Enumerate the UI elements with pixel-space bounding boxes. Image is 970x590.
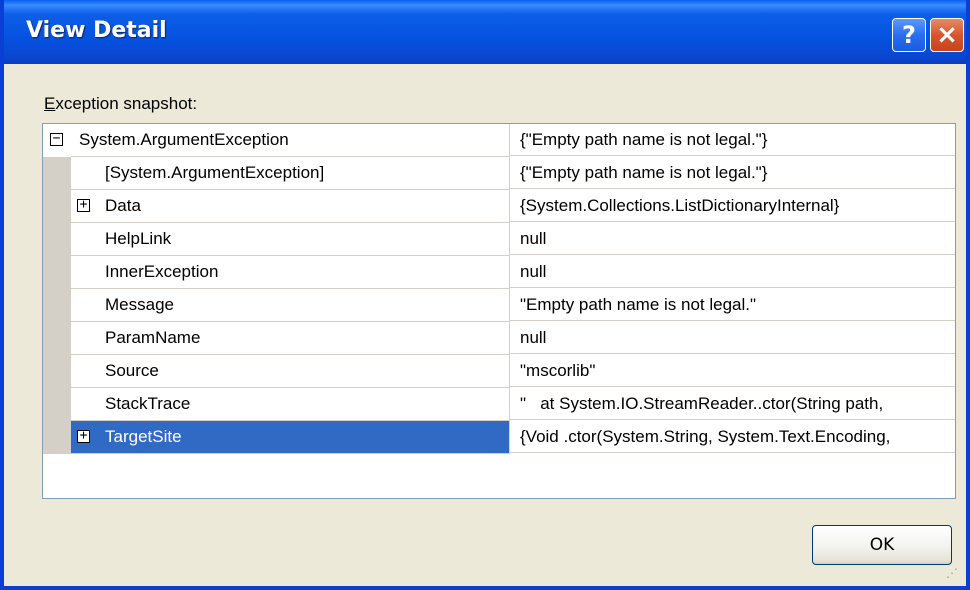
property-value-cell[interactable]: null — [510, 322, 955, 354]
row-gutter — [43, 256, 71, 289]
grid-row-argumentexception-base[interactable]: [System.ArgumentException] {"Empty path … — [43, 157, 955, 190]
exception-snapshot-label: Exception snapshot: — [44, 94, 197, 114]
close-icon: × — [936, 20, 958, 50]
ok-button[interactable]: OK — [812, 525, 952, 565]
collapse-icon[interactable]: − — [50, 132, 63, 146]
property-value-cell[interactable]: "mscorlib" — [510, 355, 955, 387]
property-value: " at System.IO.StreamReader..ctor(String… — [520, 394, 884, 413]
property-name-cell[interactable]: [System.ArgumentException] — [71, 157, 510, 190]
grid-row-data[interactable]: + Data {System.Collections.ListDictionar… — [43, 190, 955, 223]
property-value-cell[interactable]: {Void .ctor(System.String, System.Text.E… — [510, 421, 955, 453]
label-accelerator: E — [44, 94, 56, 113]
help-button[interactable]: ? — [892, 18, 926, 52]
property-name-cell[interactable]: + TargetSite — [71, 421, 510, 454]
property-value: {"Empty path name is not legal."} — [520, 130, 768, 149]
row-gutter — [43, 190, 71, 223]
property-name-cell[interactable]: InnerException — [71, 256, 510, 289]
property-name-cell[interactable]: StackTrace — [71, 388, 510, 421]
property-value-cell[interactable]: null — [510, 223, 955, 255]
grid-row-stacktrace[interactable]: StackTrace " at System.IO.StreamReader..… — [43, 388, 955, 421]
property-value-cell[interactable]: null — [510, 256, 955, 288]
property-value: {"Empty path name is not legal."} — [520, 163, 768, 182]
row-gutter — [43, 322, 71, 355]
property-name-cell[interactable]: Source — [71, 355, 510, 388]
property-value: {System.Collections.ListDictionaryIntern… — [520, 196, 840, 215]
property-name: [System.ArgumentException] — [105, 163, 325, 182]
property-name: TargetSite — [105, 427, 182, 446]
row-gutter — [43, 421, 71, 454]
close-button[interactable]: × — [930, 18, 964, 52]
property-name-cell[interactable]: + Data — [71, 190, 510, 223]
row-gutter — [43, 355, 71, 388]
property-value: "mscorlib" — [520, 361, 596, 380]
expand-icon[interactable]: + — [77, 429, 90, 443]
property-name: ParamName — [105, 328, 201, 347]
expand-icon[interactable]: + — [77, 198, 90, 212]
property-value-cell[interactable]: {"Empty path name is not legal."} — [510, 157, 955, 189]
property-name-cell[interactable]: HelpLink — [71, 223, 510, 256]
grid-row-innerexception[interactable]: InnerException null — [43, 256, 955, 289]
property-name: System.ArgumentException — [79, 130, 289, 149]
property-value-cell[interactable]: "Empty path name is not legal." — [510, 289, 955, 321]
row-gutter — [43, 388, 71, 421]
help-icon: ? — [902, 21, 916, 49]
property-name: HelpLink — [105, 229, 172, 248]
label-text: xception snapshot: — [55, 94, 198, 113]
row-gutter — [43, 157, 71, 190]
property-name-cell[interactable]: System.ArgumentException — [71, 124, 510, 157]
property-value-cell[interactable]: " at System.IO.StreamReader..ctor(String… — [510, 388, 955, 420]
property-value: null — [520, 262, 547, 281]
grid-row-targetsite[interactable]: + TargetSite {Void .ctor(System.String, … — [43, 421, 955, 454]
view-detail-dialog: View Detail ? × Exception snapshot: − Sy… — [0, 0, 970, 590]
exception-property-grid[interactable]: − System.ArgumentException {"Empty path … — [42, 123, 956, 499]
property-name: StackTrace — [105, 394, 191, 413]
property-value: null — [520, 328, 547, 347]
grid-empty-area — [43, 454, 955, 498]
row-gutter: − — [43, 124, 71, 157]
property-name: Data — [105, 196, 141, 215]
property-value: "Empty path name is not legal." — [520, 295, 757, 314]
grid-row-system-argumentexception[interactable]: − System.ArgumentException {"Empty path … — [43, 124, 955, 157]
resize-grip-icon[interactable]: ⋰ — [946, 566, 960, 580]
property-name: InnerException — [105, 262, 219, 281]
grid-row-helplink[interactable]: HelpLink null — [43, 223, 955, 256]
property-value: {Void .ctor(System.String, System.Text.E… — [520, 427, 891, 446]
row-gutter — [43, 223, 71, 256]
property-value-cell[interactable]: {"Empty path name is not legal."} — [510, 124, 955, 156]
property-name: Message — [105, 295, 174, 314]
property-value: null — [520, 229, 547, 248]
property-name-cell[interactable]: Message — [71, 289, 510, 322]
grid-row-source[interactable]: Source "mscorlib" — [43, 355, 955, 388]
window-title: View Detail — [26, 18, 167, 43]
title-bar[interactable]: View Detail ? × — [4, 0, 966, 64]
grid-row-message[interactable]: Message "Empty path name is not legal." — [43, 289, 955, 322]
property-name-cell[interactable]: ParamName — [71, 322, 510, 355]
row-gutter — [43, 289, 71, 322]
grid-row-paramname[interactable]: ParamName null — [43, 322, 955, 355]
property-value-cell[interactable]: {System.Collections.ListDictionaryIntern… — [510, 190, 955, 222]
property-name: Source — [105, 361, 159, 380]
